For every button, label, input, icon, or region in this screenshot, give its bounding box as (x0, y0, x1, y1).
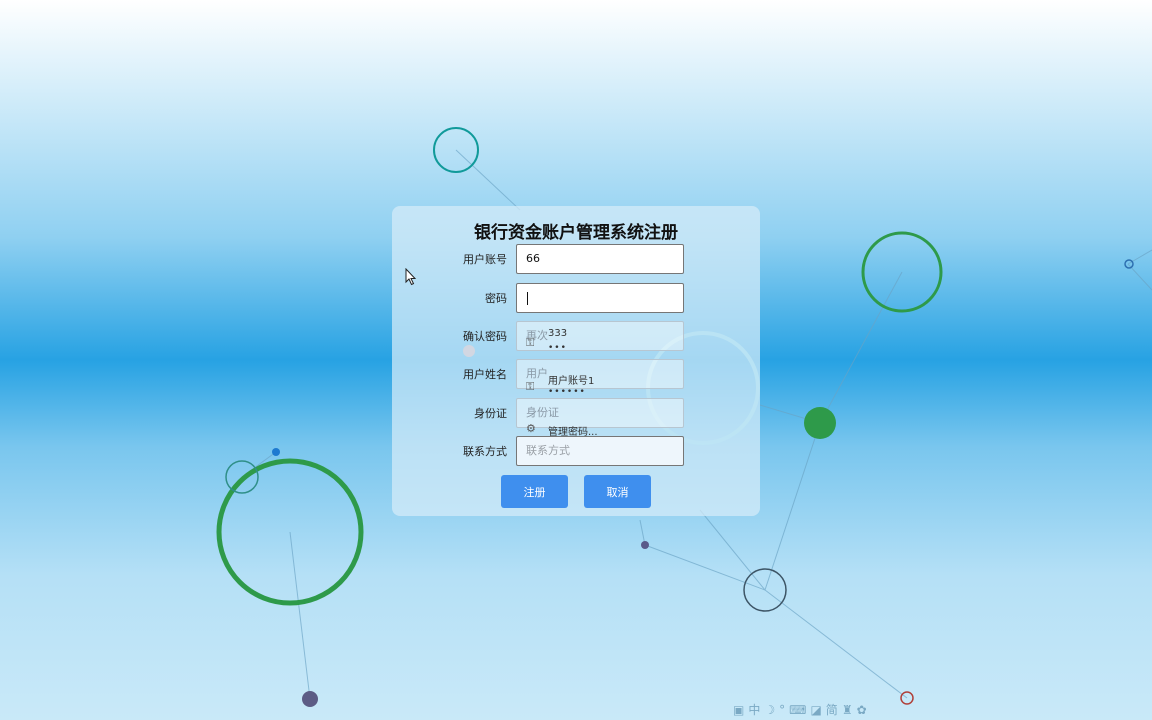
password-row: 密码 (392, 283, 760, 313)
password-label: 密码 (485, 292, 507, 305)
punctuation-icon: ° (779, 703, 790, 717)
moon-icon: ☽ (764, 703, 780, 717)
autofill-password-mask: ••• (548, 343, 567, 353)
ime-toolbar[interactable]: ▣中☽°⌨◪简♜✿ (733, 701, 887, 719)
autofill-username: 333 (548, 328, 568, 339)
key-icon: ⚿ (526, 336, 535, 349)
ime-mode-indicator[interactable]: 简 (826, 703, 842, 717)
keyboard-icon: ⌨ (789, 703, 811, 717)
account-label: 用户账号 (463, 253, 507, 266)
confirm-password-label: 确认密码 (463, 330, 507, 343)
manage-passwords-item[interactable]: ⚙ 管理密码... (516, 422, 684, 440)
id-card-label: 身份证 (474, 407, 507, 420)
password-autofill-dropdown: ⚿ 333 ••• ⚿ 用户账号1 •••••• ⚙ 管理密码... (516, 320, 684, 442)
autofill-entry[interactable]: ⚿ 333 ••• (516, 326, 684, 366)
mouse-cursor-icon (405, 268, 417, 286)
key-icon: ⚿ (526, 380, 535, 393)
cancel-button[interactable]: 取消 (584, 475, 651, 508)
gear-icon: ✿ (856, 703, 871, 717)
autofill-entry[interactable]: ⚿ 用户账号1 •••••• (516, 370, 684, 410)
account-row: 用户账号 66 (392, 244, 760, 274)
password-input[interactable] (516, 283, 684, 313)
skin-icon: ◪ (810, 703, 826, 717)
page-title: 银行资金账户管理系统注册 (474, 223, 678, 243)
manage-passwords-label: 管理密码... (548, 427, 598, 438)
ime-language-indicator[interactable]: 中 (748, 703, 764, 717)
ime-logo-icon: ▣ (733, 703, 749, 717)
gear-icon: ⚙ (526, 422, 536, 435)
username-label: 用户姓名 (463, 368, 507, 381)
register-button[interactable]: 注册 (501, 475, 568, 508)
autofill-password-mask: •••••• (548, 387, 586, 397)
shirt-icon: ♜ (841, 703, 857, 717)
autofill-username: 用户账号1 (548, 376, 595, 387)
account-input[interactable]: 66 (516, 244, 684, 274)
text-caret (527, 291, 528, 305)
contact-label: 联系方式 (463, 445, 507, 458)
